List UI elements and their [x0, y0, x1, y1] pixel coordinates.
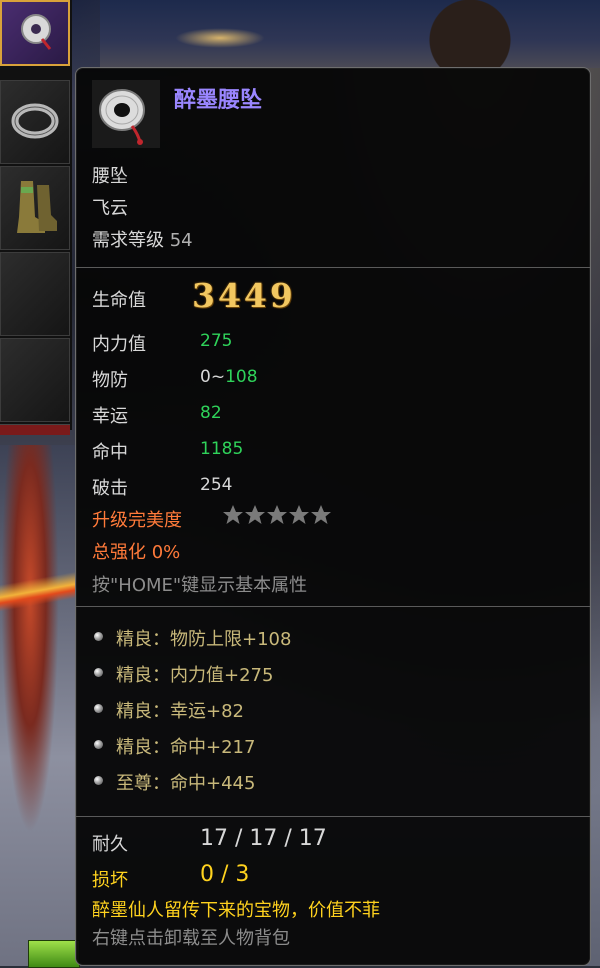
def-value-row: 0~108 — [200, 367, 258, 387]
crit-label: 破击 — [92, 478, 128, 499]
star-icon — [289, 505, 309, 524]
equipment-slots — [0, 0, 72, 435]
bonus-item: 精良：命中+217 — [116, 737, 256, 758]
damage-label: 损坏 — [92, 870, 128, 891]
mp-value: 275 — [200, 331, 233, 351]
enhance-label: 总强化 0% — [92, 542, 181, 563]
boots-icon — [17, 181, 57, 233]
separator — [76, 267, 590, 268]
mp-label: 内力值 — [92, 334, 146, 355]
separator — [76, 606, 590, 607]
item-class: 飞云 — [92, 198, 128, 219]
bullet-icon — [94, 740, 103, 749]
def-label: 物防 — [92, 370, 128, 391]
bonus-item: 至尊：命中+445 — [116, 773, 256, 794]
durability-label: 耐久 — [92, 834, 128, 855]
durability-value: 17 / 17 / 17 — [200, 826, 327, 851]
equip-slot-boots[interactable] — [0, 166, 70, 250]
bonus-item: 精良：物防上限+108 — [116, 629, 292, 650]
separator — [76, 816, 590, 817]
home-hint: 按"HOME"键显示基本属性 — [92, 575, 308, 596]
star-icon — [311, 505, 331, 524]
star-icon — [267, 505, 287, 524]
level-req-label: 需求等级 — [92, 230, 164, 251]
star-icon — [223, 505, 243, 524]
equip-slot-empty-1[interactable] — [0, 252, 70, 336]
upgrade-stars-graphic — [223, 505, 331, 524]
hit-label: 命中 — [92, 442, 128, 463]
bonus-item: 精良：内力值+275 — [116, 665, 274, 686]
health-bar — [28, 940, 80, 968]
bullet-icon — [94, 668, 103, 677]
bonus-item: 精良：幸运+82 — [116, 701, 244, 722]
equip-slot-pendant[interactable] — [0, 0, 70, 66]
bullet-icon — [94, 776, 103, 785]
bullet-icon — [94, 632, 103, 641]
crit-value: 254 — [200, 475, 233, 495]
equip-slot-empty-2[interactable] — [0, 338, 70, 422]
scene-background-left — [0, 445, 75, 966]
unequip-hint: 右键点击卸载至人物背包 — [92, 928, 290, 949]
bullet-icon — [94, 704, 103, 713]
hp-value: 3449 — [192, 276, 296, 315]
level-requirement: 需求等级 54 — [92, 226, 193, 252]
def-value: 108 — [225, 367, 258, 387]
star-icon — [245, 505, 265, 524]
def-base: 0~ — [200, 367, 226, 387]
scene-fire — [0, 560, 75, 630]
equip-slot-ring[interactable] — [0, 80, 70, 164]
item-description: 醉墨仙人留传下来的宝物，价值不菲 — [92, 900, 380, 921]
upgrade-stars — [222, 504, 334, 530]
level-req-value: 54 — [169, 230, 193, 251]
jade-pendant-icon — [92, 80, 160, 148]
damage-value: 0 / 3 — [200, 862, 250, 887]
luck-label: 幸运 — [92, 406, 128, 427]
item-name: 醉墨腰坠 — [174, 88, 263, 113]
upgrade-label: 升级完美度 — [92, 510, 182, 531]
hp-label: 生命值 — [92, 290, 146, 311]
scene-light — [175, 28, 265, 48]
pendant-icon — [21, 14, 52, 50]
item-tooltip: 醉墨腰坠 腰坠 飞云 需求等级 54 生命值 3449 内力值 275 物防 0… — [75, 67, 591, 966]
luck-value: 82 — [200, 403, 222, 423]
item-type: 腰坠 — [92, 166, 128, 187]
hit-value: 1185 — [200, 439, 244, 459]
ring-icon — [11, 103, 59, 139]
slot-bar — [0, 424, 70, 435]
